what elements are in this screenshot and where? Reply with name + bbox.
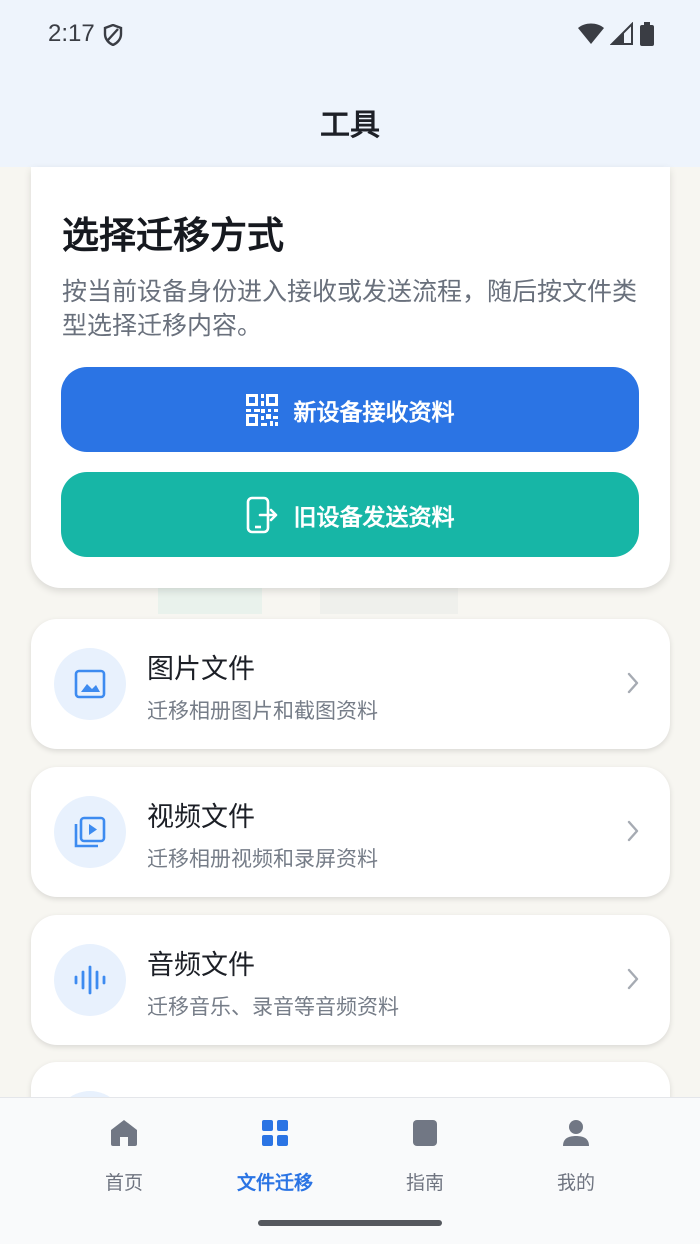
nav-item-file-migrate[interactable]: 文件迁移: [200, 1098, 350, 1208]
file-type-description: 迁移相册图片和截图资料: [147, 699, 378, 723]
phone-export-icon: [246, 496, 277, 533]
shield-icon: [103, 23, 123, 50]
person-icon: [563, 1120, 589, 1146]
nav-label: 首页: [104, 1172, 143, 1194]
qr-code-icon: [245, 393, 278, 426]
background-decoration: [320, 588, 458, 614]
status-time: 2:17: [48, 20, 95, 47]
nav-item-mine[interactable]: 我的: [501, 1098, 651, 1208]
background-decoration: [158, 588, 262, 614]
home-icon: [111, 1120, 137, 1146]
status-icons: [578, 22, 654, 46]
status-bar: 2:17: [0, 0, 700, 70]
nav-label: 我的: [556, 1172, 595, 1194]
nav-label: 文件迁移: [236, 1172, 313, 1194]
file-type-description: 迁移音乐、录音等音频资料: [147, 995, 399, 1019]
chevron-right-icon: [627, 672, 639, 694]
audio-icon: [54, 944, 126, 1016]
migrate-card-description: 按当前设备身份进入接收或发送流程，随后按文件类型选择迁移内容。: [62, 277, 638, 340]
nav-item-guide[interactable]: 指南: [350, 1098, 500, 1208]
migrate-method-card: 选择迁移方式 按当前设备身份进入接收或发送流程，随后按文件类型选择迁移内容。 新…: [31, 167, 670, 588]
grid-icon: [262, 1120, 288, 1146]
file-type-card-images[interactable]: 图片文件 迁移相册图片和截图资料: [31, 619, 670, 749]
image-icon: [54, 648, 126, 720]
file-type-card-audio[interactable]: 音频文件 迁移音乐、录音等音频资料: [31, 915, 670, 1045]
wifi-icon: [578, 23, 604, 44]
chevron-right-icon: [627, 968, 639, 990]
file-type-description: 迁移相册视频和录屏资料: [147, 847, 378, 871]
signal-icon: [610, 22, 633, 45]
nav-label: 指南: [405, 1172, 444, 1194]
top-app-bar: 2:17 工具: [0, 0, 700, 167]
chevron-right-icon: [627, 820, 639, 842]
file-type-card-videos[interactable]: 视频文件 迁移相册视频和录屏资料: [31, 767, 670, 897]
file-type-title: 音频文件: [147, 950, 255, 981]
video-icon: [54, 796, 126, 868]
nav-item-home[interactable]: 首页: [49, 1098, 199, 1208]
page-title: 工具: [320, 108, 380, 143]
file-type-title: 图片文件: [147, 654, 255, 685]
home-indicator[interactable]: [258, 1220, 442, 1226]
old-device-send-button[interactable]: 旧设备发送资料: [61, 472, 639, 557]
book-icon: [413, 1120, 437, 1146]
new-device-receive-button[interactable]: 新设备接收资料: [61, 367, 639, 452]
migrate-card-title: 选择迁移方式: [62, 214, 284, 257]
send-button-label: 旧设备发送资料: [293, 504, 455, 531]
battery-icon: [640, 22, 654, 46]
file-type-title: 视频文件: [147, 802, 255, 833]
receive-button-label: 新设备接收资料: [293, 399, 455, 426]
